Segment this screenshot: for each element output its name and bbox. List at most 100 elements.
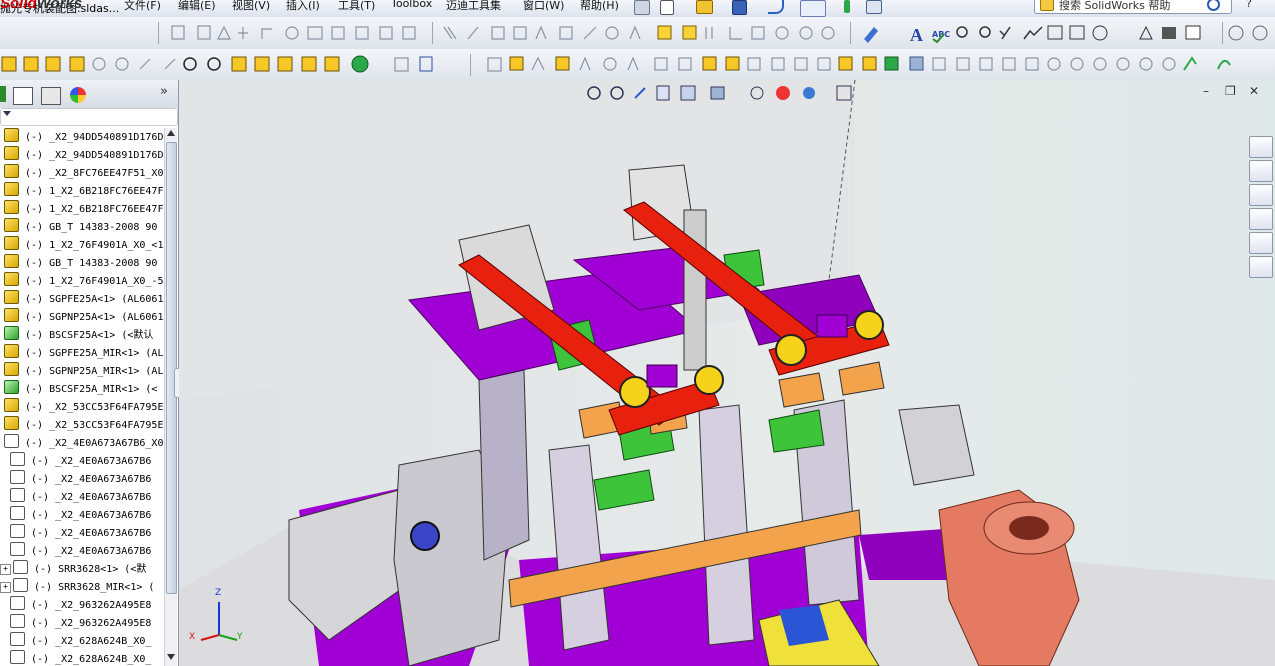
feature-tree-tab-icon[interactable] [0,86,6,102]
tree-row[interactable]: (-) _X2_4E0A673A67B6 [0,452,164,470]
tree-row[interactable]: (-) _X2_628A624B_X0_ [0,650,164,666]
tree-row[interactable]: (-) _X2_4E0A673A67B6 [0,488,164,506]
panel-expand-chevron-icon[interactable]: » [160,84,168,99]
tree-row[interactable]: + (-) SRR3628<1> (<默 [0,560,164,578]
assembly-model-render[interactable] [179,80,1275,666]
configuration-manager-tab-icon[interactable] [41,87,61,105]
tree-row[interactable]: (-) _X2_94DD540891D176D [0,128,164,146]
toolbar-assembly-icons[interactable] [0,49,1275,80]
open-folder-icon[interactable] [696,0,713,14]
tree-row[interactable]: (-) BSCSF25A<1> (<默认 [0,326,164,344]
scroll-down-icon[interactable] [167,654,175,660]
tool-icon [559,26,573,40]
menu-maidi-tools[interactable]: 迈迪工具集 [446,0,501,13]
custom-properties-icon[interactable] [1249,256,1273,278]
menu-file[interactable]: 文件(F) [124,0,161,13]
tool-icon [817,57,831,71]
expand-toggle-icon[interactable]: + [0,582,11,593]
graphics-viewport[interactable]: Z X Y – ❐ ✕ [179,80,1275,666]
tree-row-label: (-) _X2_4E0A673A67B6 [31,456,152,467]
tool-icon [629,25,641,40]
zoom-area-icon [610,86,624,100]
column [478,369,530,561]
menu-tools[interactable]: 工具(T) [338,0,375,13]
assembly-icon [862,56,877,71]
hide-show-icon [750,86,764,100]
tree-row[interactable]: (-) _X2_628A624B_X0_ [0,632,164,650]
tool-icon [1162,57,1176,71]
tree-row-label: (-) SGPFE25A_MIR<1> (AL [25,348,164,359]
tool-icon [979,57,993,71]
tree-row[interactable]: (-) 1_X2_6B218FC76EE47F [0,200,164,218]
tool-icon [443,26,457,40]
menu-insert[interactable]: 插入(I) [286,0,320,13]
help-search-input[interactable]: 搜索 SolidWorks 帮助 [1034,0,1232,14]
tree-row[interactable]: (-) _X2_94DD540891D176D [0,146,164,164]
heads-up-icons[interactable] [585,82,857,104]
tool-icon [751,26,765,40]
tree-row[interactable]: (-) SGPNP25A_MIR<1> (AL [0,362,164,380]
save-icon[interactable] [732,0,747,15]
scroll-up-icon[interactable] [167,130,175,136]
new-document-icon[interactable] [660,0,674,15]
tree-row[interactable]: (-) _X2_53CC53F64FA795E [0,398,164,416]
tree-row[interactable]: (-) _X2_963262A495E8 [0,614,164,632]
search-icon[interactable] [1207,0,1220,11]
tree-row-label: (-) SRR3628<1> (<默 [34,564,147,575]
minimize-window-icon[interactable]: – [1203,84,1209,98]
menu-window[interactable]: 窗口(W) [523,0,564,13]
tree-row[interactable]: (-) _X2_53CC53F64FA795E [0,416,164,434]
tree-row[interactable]: (-) _X2_4E0A673A67B6 [0,506,164,524]
menu-edit[interactable]: 编辑(E) [178,0,216,13]
tree-row-label: (-) GB_T 14383-2008 90 [25,258,158,269]
solidworks-resources-icon[interactable] [1249,136,1273,158]
rotary-table-bore [1009,516,1049,540]
tree-filter-input[interactable] [0,108,178,126]
help-question-icon[interactable]: ? [1246,0,1252,10]
menu-help[interactable]: 帮助(H) [580,0,619,13]
tree-row[interactable]: (-) _X2_4E0A673A67B6 [0,470,164,488]
menu-view[interactable]: 视图(V) [232,0,270,13]
undo-icon[interactable] [768,0,784,14]
tree-row[interactable]: (-) GB_T 14383-2008 90 [0,254,164,272]
select-pointer-icon[interactable] [800,0,826,17]
tree-row[interactable]: (-) GB_T 14383-2008 90 [0,218,164,236]
toolbar-assembly [0,49,1275,81]
options-icon[interactable] [866,0,882,14]
close-window-icon[interactable]: ✕ [1249,84,1259,98]
tree-row[interactable]: (-) 1_X2_76F4901A_X0_<1 [0,236,164,254]
toolbar-top-icons[interactable]: A ABC [0,17,1275,49]
rebuild-icon[interactable] [844,0,850,13]
tree-row[interactable]: (-) 1_X2_6B218FC76EE47F [0,182,164,200]
tree-row[interactable]: (-) SGPFE25A_MIR<1> (AL [0,344,164,362]
appearance-tab-icon[interactable] [70,87,86,103]
subassembly-icon [10,524,25,538]
filter-dropdown-icon[interactable] [3,111,11,116]
tree-row[interactable]: (-) _X2_8FC76EE47F51_X0 [0,164,164,182]
tree-row[interactable]: (-) _X2_963262A495E8 [0,596,164,614]
pin-icon[interactable] [634,0,650,15]
tree-row[interactable]: + (-) SRR3628_MIR<1> ( [0,578,164,596]
view-palette-icon[interactable] [1249,208,1273,230]
appearances-scenes-icon[interactable] [1249,232,1273,254]
tree-row-label: (-) _X2_628A624B_X0_ [31,654,152,665]
tree-row[interactable]: (-) _X2_4E0A673A67B6_X0 [0,434,164,452]
expand-toggle-icon[interactable]: + [0,564,11,575]
menu-toolbox[interactable]: Toolbox [391,0,432,10]
file-explorer-icon[interactable] [1249,184,1273,206]
restore-window-icon[interactable]: ❐ [1225,84,1236,98]
tree-row[interactable]: (-) SGPFE25A<1> (AL6061 [0,290,164,308]
tree-row[interactable]: (-) _X2_4E0A673A67B6 [0,524,164,542]
tree-row[interactable]: (-) _X2_4E0A673A67B6 [0,542,164,560]
tree-row[interactable]: (-) 1_X2_76F4901A_X0_-5 [0,272,164,290]
part-icon [4,254,19,268]
design-library-icon[interactable] [1249,160,1273,182]
separator [158,22,159,44]
tool-icon [654,57,668,71]
property-manager-tab-icon[interactable] [13,87,33,105]
tree-row[interactable]: (-) SGPNP25A<1> (AL6061 [0,308,164,326]
tree-row[interactable]: (-) BSCSF25A_MIR<1> (< [0,380,164,398]
part-icon [4,182,19,196]
smart-dimension-icon [864,27,878,43]
tree-row-label: (-) _X2_963262A495E8 [31,600,152,611]
